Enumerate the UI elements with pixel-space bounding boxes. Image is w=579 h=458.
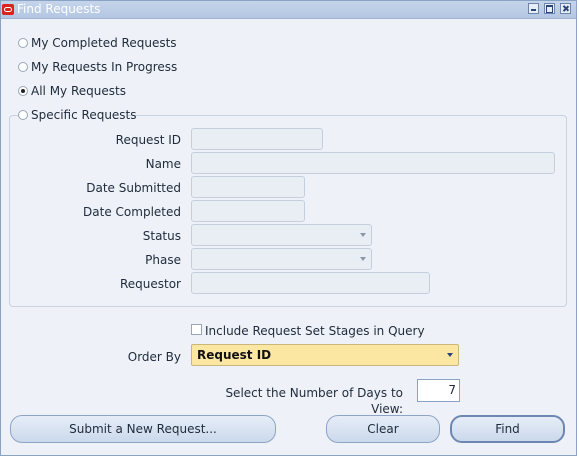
order-by-value: Request ID [197,348,272,362]
window-title: Find Requests [17,2,101,16]
date-completed-label: Date Completed [83,205,181,219]
order-by-select[interactable]: Request ID [191,344,459,366]
radio-label: Specific Requests [31,108,137,122]
find-button[interactable]: Find [450,415,565,443]
clear-button[interactable]: Clear [326,415,440,443]
include-stages-checkbox[interactable] [191,324,202,335]
radio-label: My Completed Requests [31,36,177,50]
chevron-down-icon [360,233,366,237]
days-label: Select the Number of Days to View: [225,386,403,416]
name-label: Name [145,157,181,171]
name-field[interactable] [191,152,555,174]
request-id-label: Request ID [115,133,181,147]
radio-label: All My Requests [31,84,126,98]
status-label: Status [142,229,181,243]
radio-specific-requests[interactable]: Specific Requests [18,107,137,123]
radio-label: My Requests In Progress [31,60,178,74]
request-id-field[interactable] [191,128,323,150]
close-icon[interactable] [560,3,571,14]
requestor-label: Requestor [119,277,181,291]
title-bar: Find Requests [1,1,576,19]
find-requests-window: Find Requests My Completed Requests My R… [0,0,577,456]
minimize-icon[interactable] [528,3,539,14]
chevron-down-icon [360,257,366,261]
date-submitted-label: Date Submitted [86,181,181,195]
radio-button-selected[interactable] [18,86,28,96]
chevron-down-icon [447,353,453,357]
oracle-logo-icon [2,4,14,15]
phase-dropdown[interactable] [191,248,372,270]
radio-button[interactable] [18,110,28,120]
radio-button[interactable] [18,62,28,72]
phase-label: Phase [145,253,181,267]
radio-button[interactable] [18,38,28,48]
status-dropdown[interactable] [191,224,372,246]
date-completed-field[interactable] [191,200,305,222]
order-by-label: Order By [127,350,181,364]
maximize-icon[interactable] [544,3,555,14]
days-input[interactable]: 7 [417,379,460,402]
date-submitted-field[interactable] [191,176,305,198]
include-stages-label: Include Request Set Stages in Query [205,324,425,338]
submit-new-request-button[interactable]: Submit a New Request... [10,415,276,443]
requestor-field[interactable] [191,272,430,294]
